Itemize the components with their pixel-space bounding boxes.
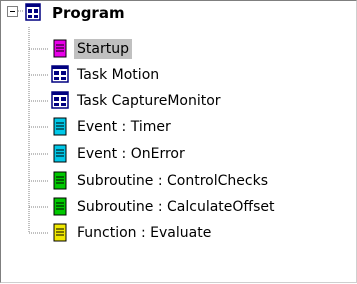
task-icon bbox=[49, 64, 71, 86]
tree-item-label: Subroutine : ControlChecks bbox=[77, 173, 268, 189]
tree-root-program[interactable]: Program bbox=[1, 1, 128, 25]
document-icon bbox=[49, 196, 71, 218]
tree-item-function-evaluate[interactable]: Function : Evaluate bbox=[49, 221, 214, 245]
tree-item-label: Task Motion bbox=[77, 67, 160, 83]
task-icon bbox=[49, 90, 71, 112]
document-icon bbox=[49, 116, 71, 138]
tree-item-label: Event : Timer bbox=[77, 119, 171, 135]
tree-item-label: Event : OnError bbox=[77, 146, 185, 162]
tree-item-subroutine-calculateoffset[interactable]: Subroutine : CalculateOffset bbox=[49, 195, 277, 219]
program-icon bbox=[23, 2, 45, 24]
tree-item-label: Subroutine : CalculateOffset bbox=[77, 199, 275, 215]
tree-item-event-onerror[interactable]: Event : OnError bbox=[49, 142, 188, 166]
collapse-toggle-icon[interactable] bbox=[7, 6, 18, 17]
tree-root-label: Program bbox=[52, 4, 125, 22]
tree-item-task-capturemonitor[interactable]: Task CaptureMonitor bbox=[49, 89, 224, 113]
tree-item-label: Startup bbox=[74, 39, 132, 59]
program-tree: Program Startup Task Motion Task Capture… bbox=[1, 1, 356, 282]
tree-item-startup[interactable]: Startup bbox=[49, 37, 132, 61]
document-icon bbox=[49, 38, 71, 60]
tree-item-subroutine-controlchecks[interactable]: Subroutine : ControlChecks bbox=[49, 169, 271, 193]
tree-item-label: Task CaptureMonitor bbox=[77, 93, 221, 109]
document-icon bbox=[49, 170, 71, 192]
tree-item-event-timer[interactable]: Event : Timer bbox=[49, 115, 174, 139]
document-icon bbox=[49, 143, 71, 165]
tree-item-label: Function : Evaluate bbox=[77, 225, 212, 241]
tree-item-task-motion[interactable]: Task Motion bbox=[49, 63, 162, 87]
document-icon bbox=[49, 222, 71, 244]
program-tree-panel: Program Startup Task Motion Task Capture… bbox=[0, 0, 357, 283]
